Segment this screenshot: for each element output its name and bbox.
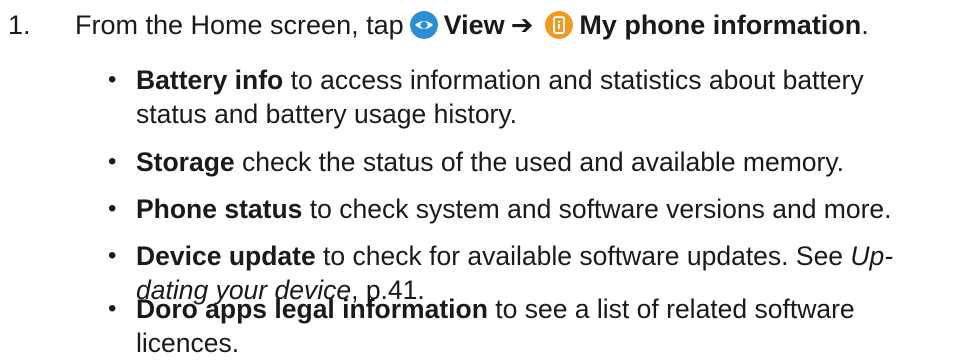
bullet-term: Phone status xyxy=(136,194,303,224)
step-number: 1. xyxy=(8,10,31,40)
bullet-text-line2: licences. xyxy=(136,328,240,358)
bullet-symbol: • xyxy=(108,66,117,93)
phone-info-icon xyxy=(545,11,574,39)
view-label: View xyxy=(443,10,505,40)
bullet-text: to access information and statistics abo… xyxy=(283,65,864,95)
eye-icon xyxy=(409,11,438,39)
bullet-text-line2: status and battery usage history. xyxy=(136,99,518,129)
bullet-content: Doro apps legal information to see a lis… xyxy=(136,292,966,360)
step-intro: From the Home screen, tap xyxy=(75,10,404,40)
bullet-term: Device update xyxy=(136,241,316,271)
bullet-term: Doro apps legal information xyxy=(136,294,488,324)
bullet-term: Battery info xyxy=(136,65,284,95)
bullet-symbol: • xyxy=(108,148,117,175)
bullet-text: to see a list of related software xyxy=(487,294,855,324)
step-1: 1. From the Home screen, tap View ➔ My phon… xyxy=(0,0,970,50)
my-phone-information-label: My phone information xyxy=(579,10,862,40)
bullet-term: Storage xyxy=(136,147,235,177)
instruction-page: 1. From the Home screen, tap View ➔ My phon… xyxy=(0,0,970,364)
bullet-content: Phone status to check system and softwar… xyxy=(136,192,966,226)
step-text: From the Home screen, tap View ➔ My phone i… xyxy=(75,0,869,50)
bullet-content: Storage check the status of the used and… xyxy=(136,145,966,179)
bullet-content: Battery info to access information and s… xyxy=(136,63,966,131)
cross-reference-link[interactable]: Up- xyxy=(850,241,893,271)
arrow-icon: ➔ xyxy=(510,10,534,40)
bullet-symbol: • xyxy=(108,195,117,222)
bullet-symbol: • xyxy=(108,242,117,269)
bullet-text: check the status of the used and availab… xyxy=(234,147,845,177)
bullet-text: to check system and software versions an… xyxy=(302,194,892,224)
bullet-symbol: • xyxy=(108,295,117,322)
step-end: . xyxy=(861,10,869,40)
bullet-text: to check for available software updates.… xyxy=(315,241,851,271)
